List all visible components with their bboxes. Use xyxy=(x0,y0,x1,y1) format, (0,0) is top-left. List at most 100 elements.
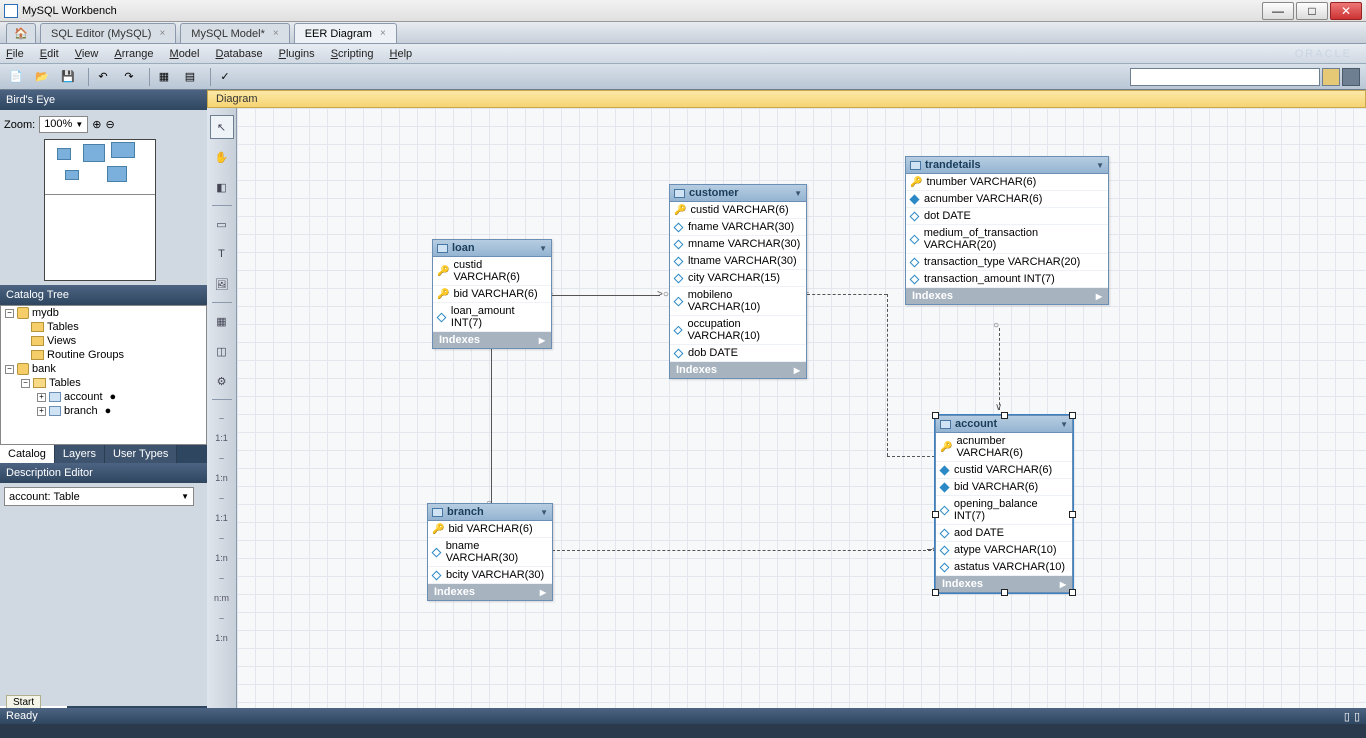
chevron-down-icon: ▼ xyxy=(1096,161,1104,170)
column-icon xyxy=(940,528,950,538)
eraser-tool-icon[interactable]: ◧ xyxy=(210,175,234,199)
entity-customer[interactable]: customer▼ 🔑custid VARCHAR(6) fname VARCH… xyxy=(669,184,807,379)
titlebar: MySQL Workbench — □ ✕ xyxy=(0,0,1366,22)
collapse-icon[interactable]: − xyxy=(5,309,14,318)
tab-catalog[interactable]: Catalog xyxy=(0,445,55,463)
catalog-tree[interactable]: −mydb Tables Views Routine Groups −bank … xyxy=(0,305,207,445)
status-icon: ▯ xyxy=(1344,710,1350,723)
home-tab[interactable]: 🏠 xyxy=(6,23,36,43)
rel-1-n-nonid-tool-icon[interactable]: ⎯ xyxy=(210,606,234,630)
rel-1-1-id-tool-icon[interactable]: ⎯ xyxy=(210,486,234,510)
chevron-right-icon: ▶ xyxy=(794,366,800,375)
rel-n-m-tool-icon[interactable]: ⎯ xyxy=(210,566,234,590)
undo-icon[interactable]: ↶ xyxy=(93,67,113,87)
chevron-down-icon: ▼ xyxy=(75,120,83,129)
hand-tool-icon[interactable]: ✋ xyxy=(210,145,234,169)
routine-tool-icon[interactable]: ⚙ xyxy=(210,369,234,393)
expand-icon[interactable]: + xyxy=(37,393,46,402)
resize-handle[interactable] xyxy=(1069,589,1076,596)
entity-account[interactable]: account▼ 🔑acnumber VARCHAR(6) custid VAR… xyxy=(935,415,1073,593)
zoom-out-icon[interactable]: ⊖ xyxy=(105,118,114,131)
chevron-right-icon: ▶ xyxy=(539,336,545,345)
tab-layers[interactable]: Layers xyxy=(55,445,105,463)
catalog-header: Catalog Tree xyxy=(0,285,207,305)
chevron-right-icon: ▶ xyxy=(540,588,546,597)
menu-plugins[interactable]: Plugins xyxy=(279,48,315,60)
rel-1-n-tool-icon[interactable]: ⎯ xyxy=(210,446,234,470)
folder-icon xyxy=(31,322,44,332)
toggle-panel-icon[interactable] xyxy=(1342,68,1360,86)
zoom-select[interactable]: 100%▼ xyxy=(39,116,88,133)
expand-icon[interactable]: + xyxy=(37,407,46,416)
menu-file[interactable]: File xyxy=(6,48,24,60)
entity-branch[interactable]: branch▼ 🔑bid VARCHAR(6) bname VARCHAR(30… xyxy=(427,503,553,601)
align-icon[interactable]: ▤ xyxy=(180,67,200,87)
chevron-down-icon: ▼ xyxy=(540,508,548,517)
minimize-button[interactable]: — xyxy=(1262,2,1294,20)
table-icon xyxy=(49,406,61,416)
table-icon xyxy=(432,508,443,517)
pointer-tool-icon[interactable]: ↖ xyxy=(210,115,234,139)
tab-sql-editor[interactable]: SQL Editor (MySQL)× xyxy=(40,23,176,43)
rel-1-1-tool-icon[interactable]: ⎯ xyxy=(210,406,234,430)
menu-help[interactable]: Help xyxy=(390,48,413,60)
chevron-down-icon: ▼ xyxy=(539,244,547,253)
table-tool-icon[interactable]: ▦ xyxy=(210,309,234,333)
column-icon xyxy=(940,545,950,555)
resize-handle[interactable] xyxy=(932,412,939,419)
app-title: MySQL Workbench xyxy=(22,5,117,17)
menu-view[interactable]: View xyxy=(75,48,99,60)
resize-handle[interactable] xyxy=(932,589,939,596)
layer-tool-icon[interactable]: ▭ xyxy=(210,212,234,236)
column-icon xyxy=(910,257,920,267)
relation-line xyxy=(887,294,888,456)
tab-mysql-model[interactable]: MySQL Model*× xyxy=(180,23,289,43)
resize-handle[interactable] xyxy=(1069,412,1076,419)
minimap[interactable] xyxy=(44,139,156,281)
key-icon: 🔑 xyxy=(437,266,449,277)
tab-usertypes[interactable]: User Types xyxy=(105,445,177,463)
menu-model[interactable]: Model xyxy=(170,48,200,60)
document-tabs: 🏠 SQL Editor (MySQL)× MySQL Model*× EER … xyxy=(0,22,1366,44)
collapse-icon[interactable]: − xyxy=(21,379,30,388)
resize-handle[interactable] xyxy=(1001,412,1008,419)
key-icon: 🔑 xyxy=(910,177,922,188)
column-icon xyxy=(432,570,442,580)
collapse-icon[interactable]: − xyxy=(5,365,14,374)
redo-icon[interactable]: ↷ xyxy=(119,67,139,87)
grid-icon[interactable]: ▦ xyxy=(154,67,174,87)
menu-scripting[interactable]: Scripting xyxy=(331,48,374,60)
maximize-button[interactable]: □ xyxy=(1296,2,1328,20)
relation-line xyxy=(491,345,492,503)
diagram-canvas[interactable]: ⊢ >○ ∧ ○ ○⊢ ○ ∨ ○ ⎯< loan▼ 🔑custid VAR xyxy=(237,108,1366,724)
zoom-in-icon[interactable]: ⊕ xyxy=(92,118,101,131)
close-button[interactable]: ✕ xyxy=(1330,2,1362,20)
entity-trandetails[interactable]: trandetails▼ 🔑tnumber VARCHAR(6) acnumbe… xyxy=(905,156,1109,305)
zoom-label: Zoom: xyxy=(4,119,35,131)
search-button-icon[interactable] xyxy=(1322,68,1340,86)
resize-handle[interactable] xyxy=(932,511,939,518)
open-folder-icon[interactable]: 📂 xyxy=(32,67,52,87)
image-tool-icon[interactable]: 🖼 xyxy=(210,272,234,296)
menu-edit[interactable]: Edit xyxy=(40,48,59,60)
rel-1-n-id-tool-icon[interactable]: ⎯ xyxy=(210,526,234,550)
close-icon[interactable]: × xyxy=(380,28,386,39)
close-icon[interactable]: × xyxy=(159,28,165,39)
resize-handle[interactable] xyxy=(1001,589,1008,596)
save-icon[interactable]: 💾 xyxy=(58,67,78,87)
new-document-icon[interactable]: 📄 xyxy=(6,67,26,87)
close-icon[interactable]: × xyxy=(273,28,279,39)
validate-icon[interactable]: ✓ xyxy=(215,67,235,87)
view-tool-icon[interactable]: ◫ xyxy=(210,339,234,363)
tab-eer-diagram[interactable]: EER Diagram× xyxy=(294,23,397,43)
menu-database[interactable]: Database xyxy=(215,48,262,60)
search-input[interactable] xyxy=(1130,68,1320,86)
description-select[interactable]: account: Table▼ xyxy=(4,487,194,506)
table-icon xyxy=(437,244,448,253)
menu-arrange[interactable]: Arrange xyxy=(114,48,153,60)
description-panel: account: Table▼ xyxy=(0,483,207,706)
entity-loan[interactable]: loan▼ 🔑custid VARCHAR(6) 🔑bid VARCHAR(6)… xyxy=(432,239,552,349)
text-tool-icon[interactable]: T xyxy=(210,242,234,266)
resize-handle[interactable] xyxy=(1069,511,1076,518)
canvas-tab-diagram[interactable]: Diagram xyxy=(207,90,1366,108)
